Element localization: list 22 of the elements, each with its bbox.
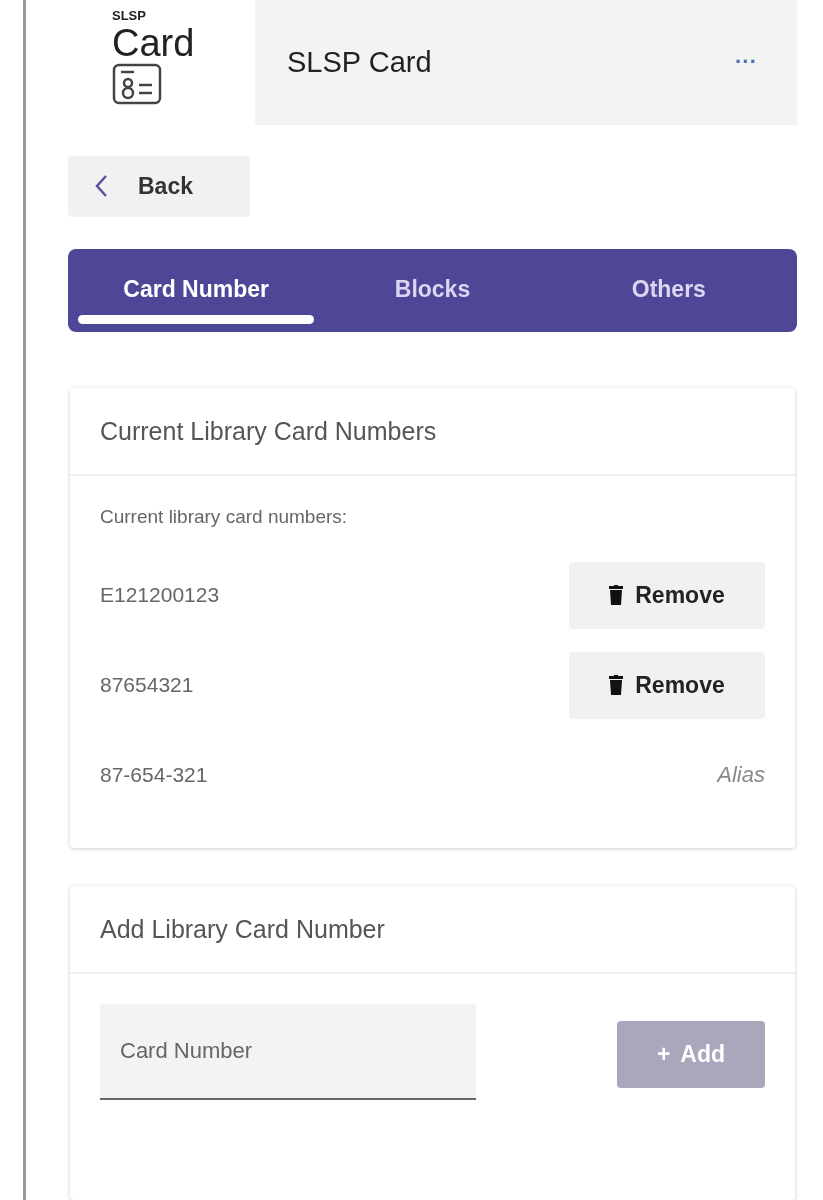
trash-icon xyxy=(609,585,624,605)
card-number-field[interactable]: Card Number xyxy=(100,1004,476,1100)
more-menu-button[interactable]: ··· xyxy=(733,47,759,78)
card-title: Current Library Card Numbers xyxy=(100,416,437,446)
page-title: SLSP Card xyxy=(287,45,432,79)
card-number: E121200123 xyxy=(100,583,220,607)
tab[interactable]: Card Number xyxy=(78,248,315,332)
remove-button[interactable]: Remove xyxy=(569,651,765,719)
trash-icon xyxy=(609,675,624,695)
logo-caption: SLSP xyxy=(112,8,146,23)
tab[interactable]: Blocks xyxy=(314,248,551,332)
id-card-icon xyxy=(112,63,162,105)
chevron-left-icon xyxy=(94,174,108,199)
card-number: 87-654-321 xyxy=(100,763,208,787)
tab[interactable]: Others xyxy=(550,248,787,332)
alias-label: Alias xyxy=(717,762,765,788)
intro-text: Current library card numbers: xyxy=(100,506,349,528)
card-number: 87654321 xyxy=(100,673,194,697)
remove-button[interactable]: Remove xyxy=(569,561,765,629)
back-button[interactable]: Back xyxy=(68,155,250,217)
card-title: Add Library Card Number xyxy=(100,914,385,944)
logo-title: Card xyxy=(112,23,195,63)
